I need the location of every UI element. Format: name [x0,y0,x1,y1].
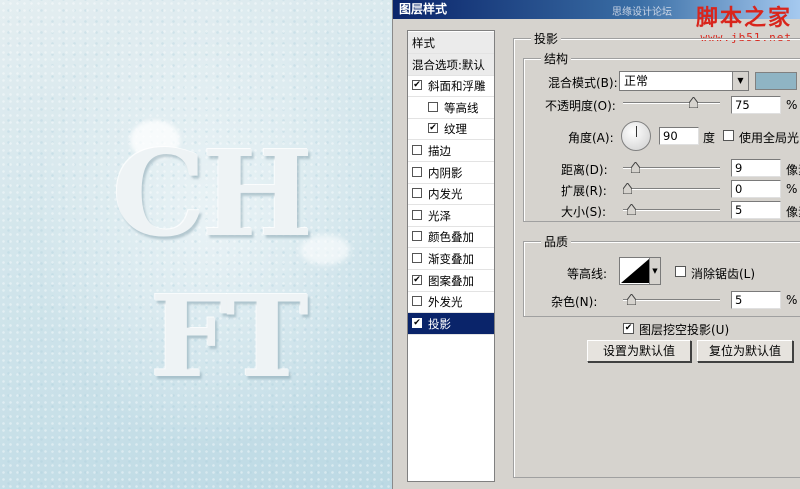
style-item-checkbox[interactable] [412,209,422,220]
style-list-item[interactable]: ✔ 投影 [408,312,494,335]
blend-mode-select[interactable]: 正常 ▼ [619,71,749,91]
angle-dial[interactable] [621,121,651,151]
style-item-checkbox[interactable]: ✔ [412,80,422,91]
angle-label: 角度(A): [568,131,614,145]
spread-input[interactable]: 0 [731,180,781,198]
antialias-checkbox[interactable] [675,266,686,277]
style-item-checkbox[interactable] [412,231,422,242]
global-light-checkbox[interactable] [723,130,734,141]
distance-slider[interactable] [623,162,720,173]
style-list-item[interactable]: 等高线 [408,97,494,119]
distance-input[interactable]: 9 [731,159,781,177]
style-item-checkbox[interactable]: ✔ [412,274,422,285]
structure-title: 结构 [541,50,572,67]
style-item-label: 混合选项:默认 [412,57,485,72]
opacity-unit: % [786,98,798,112]
style-list-item[interactable]: 样式 [408,32,494,54]
style-item-label: 光泽 [428,208,451,223]
opacity-label: 不透明度(O): [545,99,616,113]
style-list-item[interactable]: 颜色叠加 [408,226,494,249]
style-item-label: 纹理 [444,122,467,137]
style-item-label: 内发光 [428,187,463,202]
opacity-input[interactable]: 75 [731,96,781,114]
blend-mode-value: 正常 [624,74,649,88]
watermark-text: 思缘设计论坛 [612,7,672,18]
style-item-checkbox[interactable]: ✔ [412,317,422,328]
style-item-label: 投影 [428,316,451,331]
noise-slider-thumb[interactable] [627,294,637,305]
style-item-label: 描边 [428,144,451,158]
spread-label: 扩展(R): [561,184,607,198]
global-light-label[interactable]: 使用全局光(G) [739,129,800,146]
style-list-item[interactable]: 描边 [408,140,494,162]
chevron-down-icon[interactable]: ▼ [732,72,748,90]
style-list-item[interactable]: 外发光 [408,291,494,314]
shadow-color-swatch[interactable] [755,72,797,90]
noise-input[interactable]: 5 [731,291,781,309]
style-item-checkbox[interactable] [412,188,422,199]
style-item-checkbox[interactable] [412,145,422,155]
distance-unit: 像素 [786,163,800,177]
reset-default-button[interactable]: 复位为默认值 [697,340,793,362]
size-unit: 像素 [786,205,800,219]
antialias-label[interactable]: 消除锯齿(L) [691,265,755,282]
snow-text-line1: CH [112,124,313,263]
style-list-item[interactable]: ✔ 纹理 [408,118,494,141]
style-item-label: 渐变叠加 [428,252,474,266]
document-canvas: CH FT [0,0,392,489]
snow-text-line2: FT [150,272,309,403]
knockout-checkbox[interactable]: ✔ [623,323,634,334]
blend-mode-label: 混合模式(B): [548,76,618,90]
style-list-item[interactable]: ✔ 斜面和浮雕 [408,75,494,98]
spread-slider[interactable] [623,183,720,194]
spread-slider-thumb[interactable] [623,183,632,194]
opacity-slider-thumb[interactable] [689,97,698,108]
style-item-label: 颜色叠加 [428,230,474,245]
style-list-item[interactable]: 内阴影 [408,162,494,184]
style-item-label: 样式 [412,36,435,50]
contour-picker[interactable]: ▼ [619,257,661,285]
noise-slider[interactable] [623,294,720,305]
angle-unit: 度 [703,131,716,145]
style-item-checkbox[interactable] [412,166,422,177]
opacity-slider[interactable] [623,97,720,108]
layer-style-dialog: 图层样式 思缘设计论坛 脚本之家 www.jb51.net 样式 混合选项:默认 ✔… [392,0,800,489]
size-input[interactable]: 5 [731,201,781,219]
chevron-down-icon[interactable]: ▼ [649,258,660,284]
style-list-item[interactable]: ✔ 图案叠加 [408,270,494,292]
spread-unit: % [786,182,798,196]
style-item-checkbox[interactable] [428,101,438,112]
contour-label: 等高线: [567,267,608,281]
size-label: 大小(S): [561,205,607,219]
style-list-item[interactable]: 混合选项:默认 [408,53,494,76]
style-item-label: 内阴影 [428,165,463,180]
style-item-label: 斜面和浮雕 [428,79,486,94]
noise-label: 杂色(N): [551,295,598,309]
style-item-label: 外发光 [428,295,463,310]
style-list-item[interactable]: 光泽 [408,205,494,227]
style-item-checkbox[interactable] [412,296,422,307]
watermark-logo: 脚本之家 [695,5,792,31]
style-item-checkbox[interactable] [412,253,422,263]
style-item-label: 等高线 [444,100,479,115]
make-default-button[interactable]: 设置为默认值 [587,340,691,362]
contour-curve-icon [621,259,649,283]
dialog-title: 图层样式 [399,2,448,16]
knockout-label[interactable]: 图层挖空投影(U) [639,321,729,338]
style-list: 样式混合选项:默认 ✔ 斜面和浮雕等高线 ✔ 纹理描边内阴影内发光光泽颜色叠加渐变叠加 ✔… [407,30,495,482]
angle-input[interactable]: 90 [659,127,699,145]
distance-label: 距离(D): [561,163,608,177]
size-slider[interactable] [623,204,720,215]
size-slider-thumb[interactable] [627,204,637,215]
style-list-item[interactable]: 渐变叠加 [408,248,494,270]
drop-shadow-title: 投影 [531,30,562,47]
style-item-label: 图案叠加 [428,273,474,288]
noise-unit: % [786,293,798,307]
style-list-item[interactable]: 内发光 [408,183,494,206]
style-item-checkbox[interactable]: ✔ [428,123,438,134]
distance-slider-thumb[interactable] [630,162,640,173]
quality-title: 品质 [541,233,572,250]
